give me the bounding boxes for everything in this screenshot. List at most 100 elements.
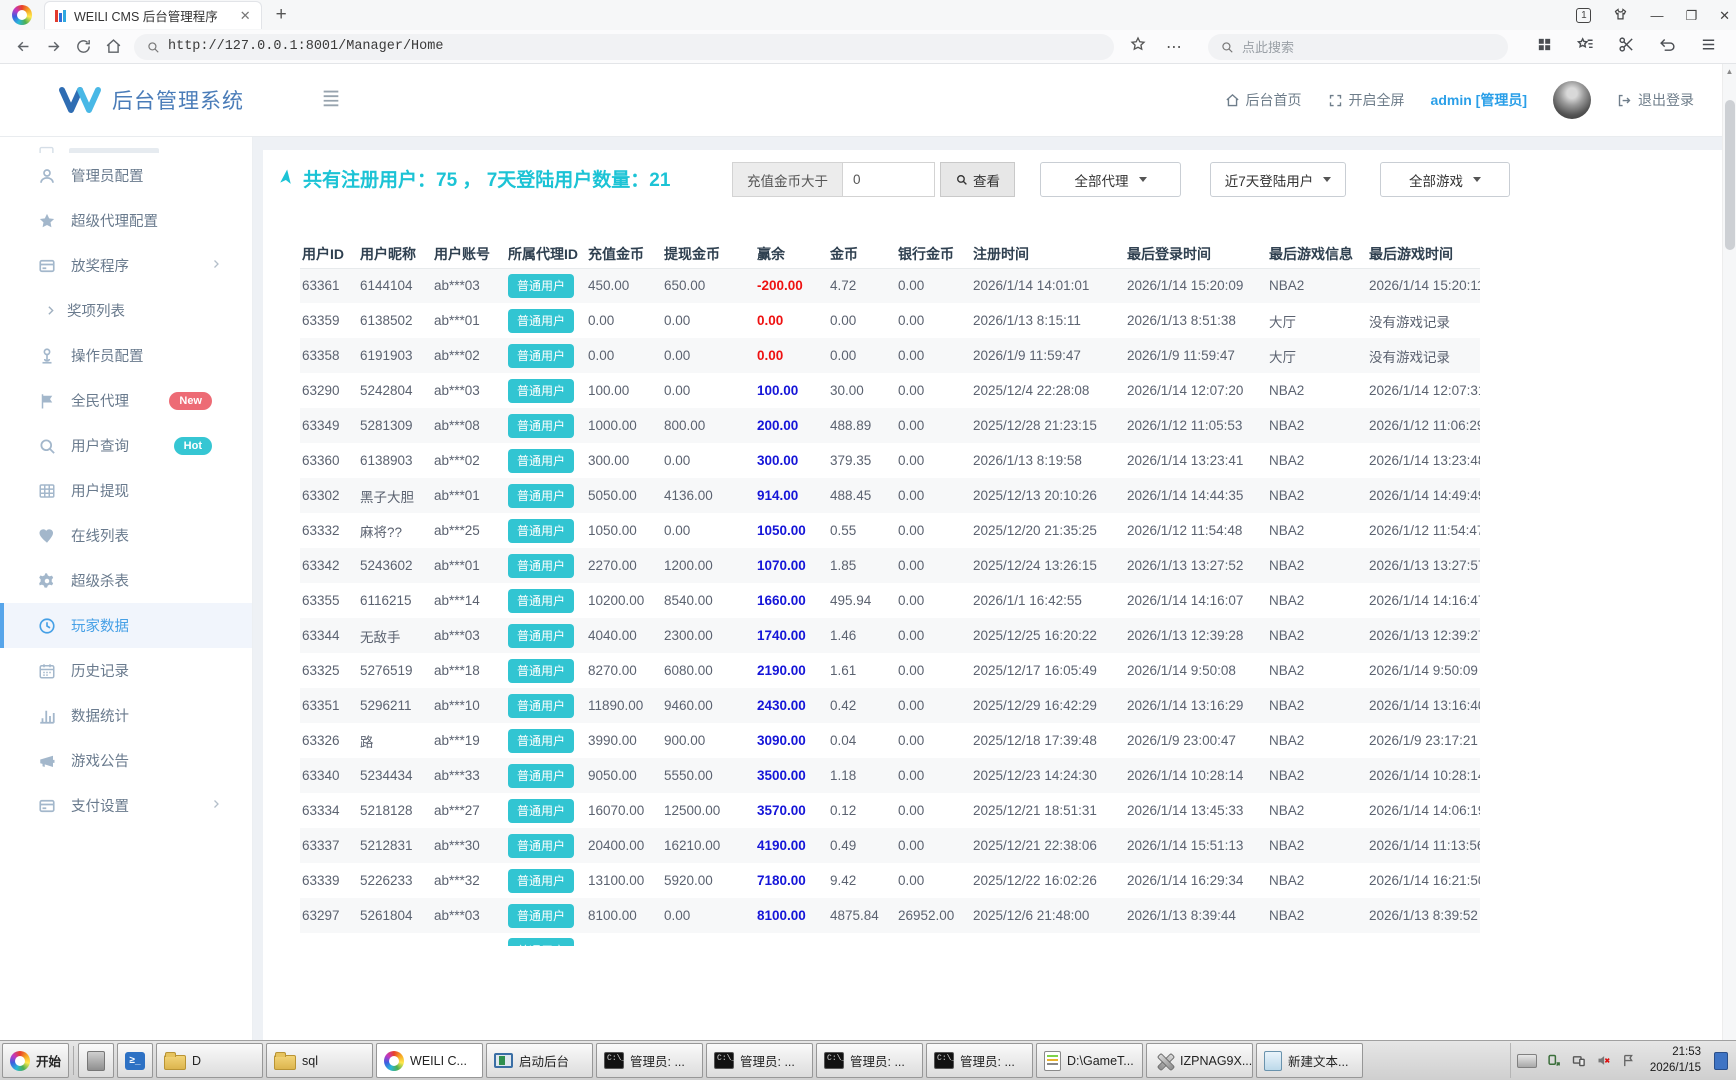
action-center-flag-icon[interactable] — [1621, 1053, 1637, 1069]
avatar[interactable] — [1553, 81, 1591, 119]
table-row: 633515296211ab***10普通用户11890.009460.0024… — [300, 688, 1480, 723]
sidebar-item-放奖程序[interactable]: 放奖程序 — [0, 243, 252, 288]
user-id-link[interactable]: 63360 — [300, 443, 358, 478]
scroll-up-icon[interactable]: ▲ — [1723, 64, 1736, 79]
user-nickname: 5281309 — [358, 408, 432, 443]
taskbar-button-管理员: ...[interactable]: C:\_管理员: ... — [706, 1043, 813, 1078]
app-logo[interactable]: 后台管理系统 — [58, 83, 244, 117]
user-id-link[interactable]: 63355 — [300, 583, 358, 618]
taskbar-button-machine[interactable] — [78, 1043, 114, 1078]
close-button[interactable]: ✕ — [1719, 9, 1730, 22]
sidebar-item-在线列表[interactable]: 在线列表 — [0, 513, 252, 558]
sidebar-item-历史记录[interactable]: 历史记录 — [0, 648, 252, 693]
user-id-link[interactable]: 63325 — [300, 653, 358, 688]
user-id-link[interactable]: 63361 — [300, 268, 358, 303]
scrollbar-thumb[interactable] — [1725, 100, 1735, 250]
user-id-link[interactable]: 63342 — [300, 548, 358, 583]
back-icon[interactable] — [8, 38, 38, 55]
more-options-icon[interactable]: ⋯ — [1166, 37, 1182, 57]
sidebar-item-操作员配置[interactable]: 操作员配置 — [0, 333, 252, 378]
minimize-button[interactable]: — — [1650, 9, 1663, 22]
sidebar-item-全民代理[interactable]: 全民代理New — [0, 378, 252, 423]
user-id-link[interactable]: 63332 — [300, 513, 358, 548]
taskbar-button-powershell[interactable]: ≥_ — [117, 1043, 153, 1078]
sidebar-item-超级杀表[interactable]: 超级杀表 — [0, 558, 252, 603]
nav-home-link[interactable]: 后台首页 — [1225, 90, 1302, 110]
start-button[interactable]: 开始 — [2, 1043, 69, 1078]
taskbar-button-D[interactable]: D — [156, 1043, 263, 1078]
taskbar-button-D:\GameT...[interactable]: D:\GameT... — [1036, 1043, 1143, 1078]
login-range-dropdown[interactable]: 近7天登陆用户 — [1210, 162, 1346, 197]
user-id-link[interactable]: 63344 — [300, 618, 358, 653]
new-tab-button[interactable]: + — [276, 4, 287, 26]
scissors-icon[interactable] — [1618, 36, 1635, 58]
register-time: 2025/12/23 14:24:30 — [971, 758, 1125, 793]
browser-logo-icon[interactable] — [12, 5, 32, 25]
sidebar-item-管理员配置[interactable]: 管理员配置 — [0, 153, 252, 198]
reload-icon[interactable] — [68, 38, 98, 55]
nav-logout-link[interactable]: 退出登录 — [1617, 90, 1694, 110]
printer-icon[interactable] — [1517, 1054, 1537, 1068]
taskbar-button-管理员: ...[interactable]: C:\_管理员: ... — [816, 1043, 923, 1078]
sidebar-item-支付设置[interactable]: 支付设置 — [0, 783, 252, 828]
menu-icon[interactable] — [1700, 36, 1717, 58]
recharge-filter-input[interactable] — [842, 162, 935, 197]
user-nickname: 5276519 — [358, 653, 432, 688]
user-id-link[interactable]: 63302 — [300, 478, 358, 513]
game-dropdown[interactable]: 全部游戏 — [1380, 162, 1510, 197]
nav-fullscreen-link[interactable]: 开启全屏 — [1328, 90, 1405, 110]
user-id-link[interactable]: 63358 — [300, 338, 358, 373]
sidebar-item-奖项列表[interactable]: 奖项列表 — [0, 288, 252, 333]
taskbar-button-sql[interactable]: sql — [266, 1043, 373, 1078]
url-bar[interactable]: http://127.0.0.1:8001/Manager/Home — [134, 34, 1114, 60]
browser-tab[interactable]: WEILI CMS 后台管理程序 ✕ — [44, 1, 262, 29]
user-id-link[interactable]: 63290 — [300, 373, 358, 408]
user-id-link[interactable]: 63349 — [300, 408, 358, 443]
user-id-link[interactable]: 63359 — [300, 303, 358, 338]
favorites-icon[interactable] — [1577, 36, 1594, 58]
taskbar-button-IZPNAG9X...[interactable]: IZPNAG9X... — [1146, 1043, 1253, 1078]
last-game-time: 2026/1/14 14:16:47 — [1367, 583, 1480, 618]
sidebar-item-游戏公告[interactable]: 游戏公告 — [0, 738, 252, 783]
show-desktop-icon[interactable] — [1714, 1052, 1728, 1070]
bookmark-star-icon[interactable] — [1130, 36, 1146, 57]
apps-grid-icon[interactable] — [1536, 36, 1553, 58]
user-id-link[interactable]: 63337 — [300, 828, 358, 863]
user-id-link[interactable]: 63339 — [300, 863, 358, 898]
user-type-badge: 普通用户 — [508, 869, 574, 893]
forward-icon[interactable] — [38, 38, 68, 55]
sidebar-item-超级代理配置[interactable]: 超级代理配置 — [0, 198, 252, 243]
nav-user-link[interactable]: admin [管理员] — [1431, 90, 1527, 110]
page-scrollbar[interactable]: ▲ — [1722, 64, 1736, 1040]
sidebar-item-用户提现[interactable]: 用户提现 — [0, 468, 252, 513]
taskbar-button-新建文本...[interactable]: 新建文本... — [1256, 1043, 1363, 1078]
user-id-link[interactable]: 63297 — [300, 898, 358, 933]
skin-icon[interactable] — [1613, 7, 1628, 24]
text-icon — [1264, 1051, 1282, 1071]
user-id-link[interactable]: 63351 — [300, 688, 358, 723]
user-id-link[interactable]: 63326 — [300, 723, 358, 758]
agent-dropdown[interactable]: 全部代理 — [1040, 162, 1181, 197]
user-id-link[interactable]: 63334 — [300, 793, 358, 828]
user-id-link[interactable]: 63340 — [300, 758, 358, 793]
hardware-icon[interactable] — [1571, 1053, 1587, 1069]
audio-error-icon[interactable] — [1596, 1053, 1612, 1069]
restore-button[interactable]: ❐ — [1685, 9, 1697, 22]
taskbar-button-管理员: ...[interactable]: C:\_管理员: ... — [926, 1043, 1033, 1078]
taskbar-button-管理员: ...[interactable]: C:\_管理员: ... — [596, 1043, 703, 1078]
undo-icon[interactable] — [1659, 36, 1676, 58]
logo-icon — [58, 83, 102, 117]
home-icon[interactable] — [98, 38, 128, 55]
taskbar-button-WEILI C...[interactable]: WEILI C... — [376, 1043, 483, 1078]
taskbar-button-启动后台[interactable]: 启动后台 — [486, 1043, 593, 1078]
sidebar-item-玩家数据[interactable]: 玩家数据 — [0, 603, 252, 648]
usb-device-icon[interactable] — [1546, 1053, 1562, 1069]
sidebar-item-数据统计[interactable]: 数据统计 — [0, 693, 252, 738]
sidebar-toggle-icon[interactable] — [320, 87, 342, 114]
tab-count-icon[interactable]: 1 — [1576, 8, 1591, 23]
tray-clock[interactable]: 21:53 2026/1/15 — [1650, 1045, 1701, 1076]
view-button[interactable]: 查看 — [940, 162, 1015, 197]
tab-close-icon[interactable]: ✕ — [240, 8, 251, 24]
sidebar-item-用户查询[interactable]: 用户查询Hot — [0, 423, 252, 468]
quick-search-box[interactable]: 点此搜索 — [1208, 34, 1508, 60]
